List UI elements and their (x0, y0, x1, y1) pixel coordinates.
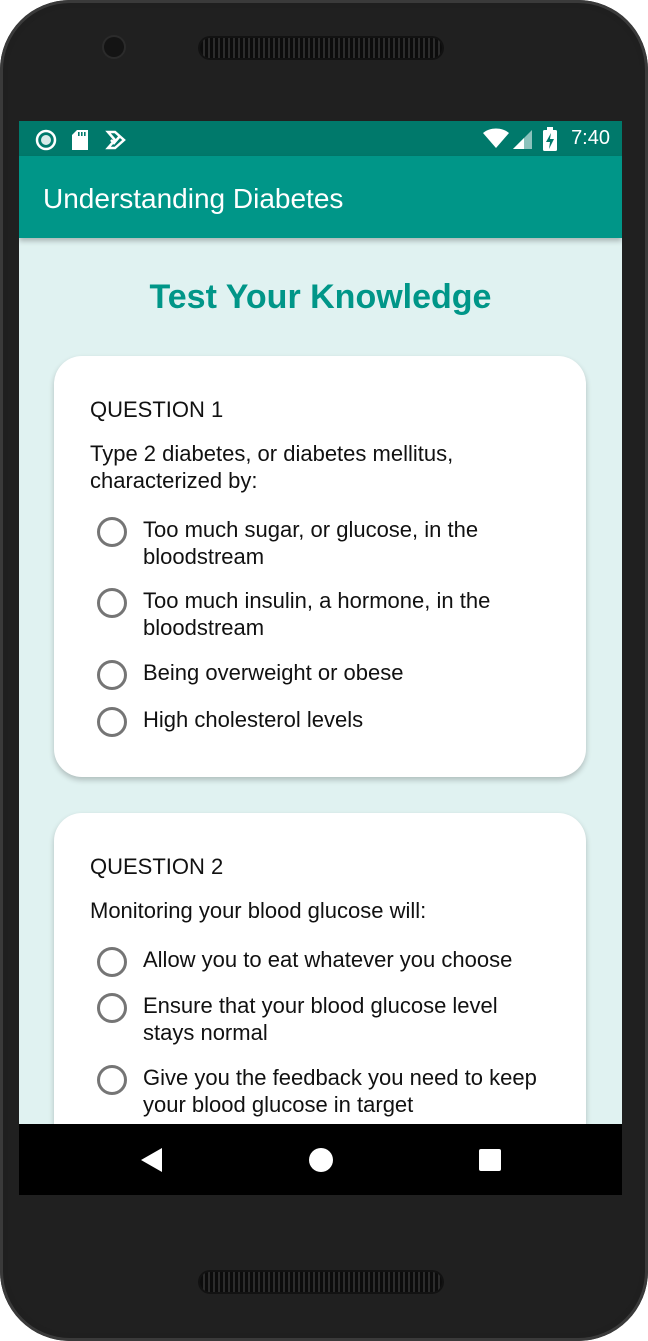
radio-button[interactable] (97, 1065, 127, 1095)
page-heading: Test Your Knowledge (149, 278, 492, 316)
sd-card-icon (71, 129, 89, 156)
download-check-icon (105, 129, 127, 156)
back-button[interactable] (121, 1124, 181, 1195)
cellular-signal-icon (511, 129, 533, 154)
app-bar: Understanding Diabetes (19, 156, 622, 238)
radio-button[interactable] (97, 517, 127, 547)
option-label: Allow you to eat whatever you choose (143, 947, 513, 972)
circle-notification-icon (35, 129, 57, 156)
radio-button[interactable] (97, 993, 127, 1023)
home-icon (309, 1148, 333, 1172)
radio-button[interactable] (97, 707, 127, 737)
question-text: Type 2 diabetes, or diabetes mellitus, c… (90, 441, 454, 493)
recents-icon (479, 1149, 501, 1171)
quiz-content[interactable]: Test Your Knowledge QUESTION 1 Type 2 di… (19, 238, 622, 1124)
option-label: Being overweight or obese (143, 660, 404, 685)
screen: 7:40 Understanding Diabetes Test Your Kn… (19, 121, 622, 1195)
radio-button[interactable] (97, 660, 127, 690)
option-label: Too much insulin, a hormone, in the bloo… (143, 588, 491, 640)
front-camera (104, 37, 124, 57)
navigation-bar (19, 1124, 622, 1195)
option-label: High cholesterol levels (143, 707, 364, 732)
clock-time: 7:40 (571, 127, 610, 149)
radio-button[interactable] (97, 947, 127, 977)
question-label: QUESTION 2 (90, 854, 224, 879)
battery-charging-icon (542, 127, 558, 156)
top-speaker-grille (200, 38, 442, 58)
app-title: Understanding Diabetes (43, 183, 344, 214)
recents-button[interactable] (460, 1124, 520, 1195)
back-icon (141, 1148, 162, 1172)
option-label: Too much sugar, or glucose, in the blood… (143, 517, 479, 569)
question-card-1: QUESTION 1 Type 2 diabetes, or diabetes … (54, 356, 586, 777)
question-label: QUESTION 1 (90, 397, 224, 422)
wifi-icon (482, 127, 510, 154)
radio-button[interactable] (97, 588, 127, 618)
phone-frame: 7:40 Understanding Diabetes Test Your Kn… (0, 0, 648, 1341)
home-button[interactable] (291, 1124, 351, 1195)
question-card-2: QUESTION 2 Monitoring your blood glucose… (54, 813, 586, 1124)
bottom-speaker-grille (200, 1272, 442, 1292)
option-label: Give you the feedback you need to keep y… (143, 1065, 537, 1117)
question-text: Monitoring your blood glucose will: (90, 898, 427, 923)
option-label: Ensure that your blood glucose level sta… (143, 993, 498, 1045)
status-bar: 7:40 (19, 121, 622, 156)
